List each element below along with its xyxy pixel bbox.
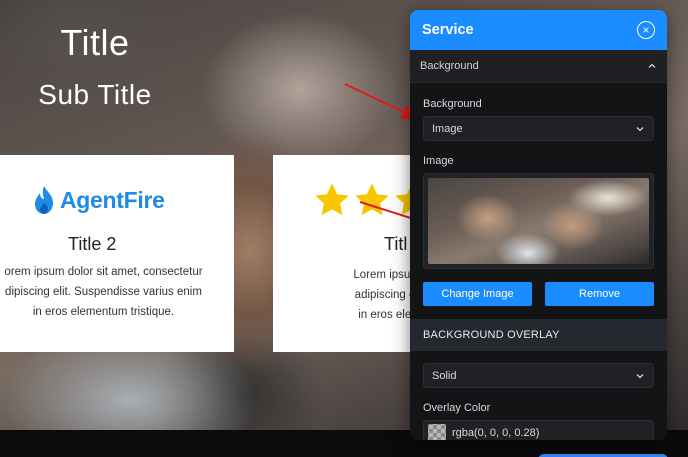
overlay-color-picker[interactable]: rgba(0, 0, 0, 0.28) [423,420,654,440]
image-field-label: Image [423,155,454,167]
card-description: Lorem ipsum dolor s adipiscing elit. Sus… [298,265,418,325]
close-icon[interactable]: × [637,21,655,39]
card-description-line: in eros elementum [358,309,418,321]
image-preview-box[interactable] [423,173,654,269]
remove-image-button[interactable]: Remove [545,282,654,306]
panel-header: Service × [410,10,667,50]
section-label: Background [420,60,479,72]
background-type-value: Image [432,122,463,135]
panel-title: Service [422,22,474,38]
hero-title: Title [60,22,130,63]
flame-logo-icon [35,186,53,214]
service-card-1[interactable]: AgentFire Title 2 orem ipsum dolor sit a… [0,155,234,352]
card-description-line: adipiscing elit. Susp [354,289,418,301]
chevron-down-icon [636,126,644,131]
overlay-color-label: Overlay Color [423,402,491,414]
overlay-section-label: BACKGROUND OVERLAY [423,329,560,341]
background-type-select[interactable]: Image [423,116,654,141]
star-rating [313,181,418,219]
card-description: orem ipsum dolor sit amet, consectetur d… [0,262,221,322]
service-card-2[interactable]: Titl Lorem ipsum dolor s adipiscing elit… [273,155,418,352]
card-title: Titl [384,234,408,254]
background-section-toggle[interactable]: Background [410,50,667,83]
card-description-line: orem ipsum dolor sit amet, consectetur [4,266,203,278]
star-icon [355,183,389,216]
service-settings-panel: Service × Background Background Image Im… [410,10,667,440]
overlay-type-select[interactable]: Solid [423,363,654,388]
background-overlay-header: BACKGROUND OVERLAY [410,319,667,351]
color-swatch[interactable] [428,423,446,440]
overlay-color-value: rgba(0, 0, 0, 0.28) [452,426,540,439]
overlay-type-value: Solid [432,369,457,382]
agentfire-logo: AgentFire [32,185,165,215]
chevron-down-icon [636,373,644,378]
card-description-line: in eros elementum tristique. [32,306,175,318]
card-description-line: dipiscing elit. Suspendisse varius enim [5,286,202,298]
image-actions: Change Image Remove [423,282,654,306]
chevron-up-icon [648,63,656,68]
star-icon [315,183,349,216]
logo-text: AgentFire [60,186,165,213]
card-title: Title 2 [68,234,117,254]
change-image-button[interactable]: Change Image [423,282,532,306]
background-field-label: Background [423,98,482,110]
background-image-thumbnail [428,178,649,264]
card-description-line: Lorem ipsum dolor s [353,269,418,281]
hero-subtitle: Sub Title [38,79,152,110]
